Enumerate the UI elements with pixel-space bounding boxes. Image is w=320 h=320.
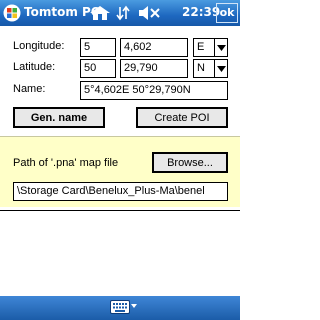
home-icon: [90, 6, 110, 20]
longitude-degrees-input[interactable]: 5: [80, 38, 116, 57]
soft-keyboard: [0, 210, 240, 296]
longitude-minutes-input[interactable]: 4,602: [120, 38, 188, 57]
latitude-minutes-input[interactable]: 29,790: [120, 59, 188, 78]
input-menu-caret-icon[interactable]: [131, 304, 137, 308]
latitude-degrees-input[interactable]: 50: [80, 59, 116, 78]
chevron-down-icon: [214, 39, 227, 56]
latitude-label: Latitude:: [13, 61, 56, 73]
create-poi-button[interactable]: Create POI: [136, 107, 228, 128]
bottom-menu-bar: [0, 296, 240, 320]
clock-time[interactable]: 22:39: [182, 5, 220, 19]
map-file-panel: Path of '.pna' map file Browse... \Stora…: [0, 136, 240, 207]
coordinate-form: Longitude: 5 4,602 E Latitude: 50 29,790…: [0, 26, 240, 136]
name-label: Name:: [13, 83, 46, 95]
sync-arrows-icon: [116, 5, 130, 21]
ok-button[interactable]: ok: [216, 3, 238, 23]
title-bar: Tomtom PO 22:39 ok: [0, 0, 240, 26]
keyboard-icon[interactable]: [110, 300, 130, 314]
longitude-label: Longitude:: [13, 40, 65, 52]
latitude-direction-value: N: [197, 62, 205, 74]
chevron-down-icon: [214, 60, 227, 77]
longitude-direction-select[interactable]: E: [193, 38, 228, 57]
map-path-input[interactable]: \Storage Card\Benelux_Plus-Ma\benel: [13, 182, 228, 201]
windows-start-icon[interactable]: [3, 4, 21, 22]
name-input[interactable]: 5°4,602E 50°29,790N: [80, 81, 228, 100]
speaker-muted-icon[interactable]: [138, 4, 162, 22]
latitude-direction-select[interactable]: N: [193, 59, 228, 78]
map-path-label: Path of '.pna' map file: [13, 157, 119, 169]
longitude-direction-value: E: [197, 41, 205, 53]
browse-button[interactable]: Browse...: [152, 152, 228, 173]
gen-name-button[interactable]: Gen. name: [13, 107, 105, 128]
